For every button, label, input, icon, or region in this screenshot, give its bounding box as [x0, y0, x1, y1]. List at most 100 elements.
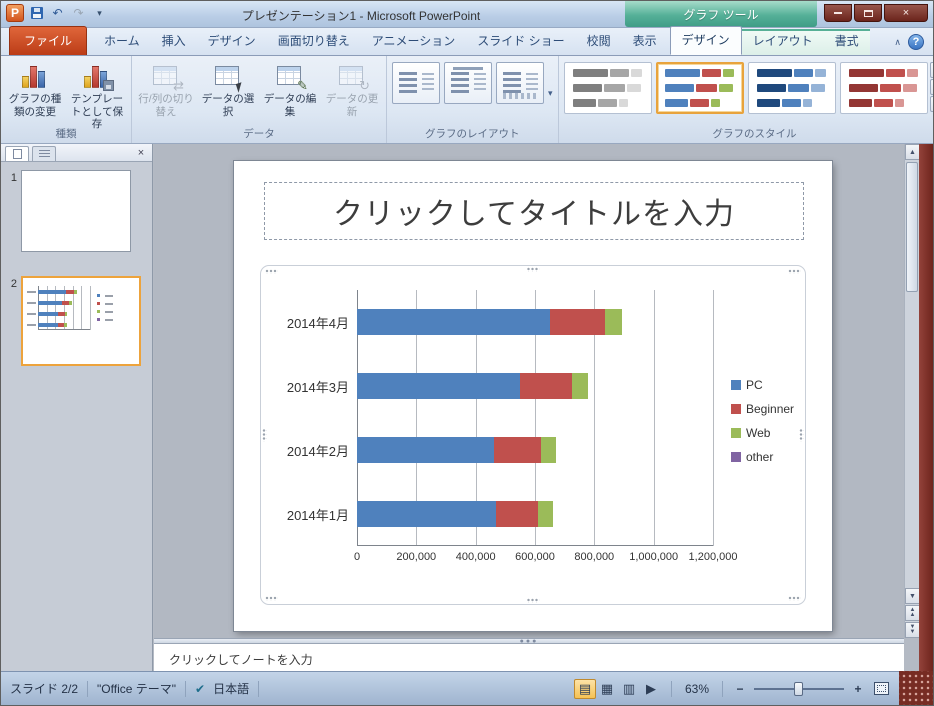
chart-style-option-3[interactable]: [747, 62, 836, 114]
tab-chart-layout[interactable]: レイアウト: [742, 27, 824, 55]
edit-data-button[interactable]: ✎ データの編集: [259, 59, 321, 118]
chart-handle-bottom-left[interactable]: [265, 596, 278, 601]
help-icon[interactable]: ?: [908, 34, 924, 50]
slide-canvas[interactable]: クリックしてタイトルを入力 2014年4月 2014年3月 2014年2月 2014年…: [234, 161, 832, 631]
bar-segment-PC[interactable]: [357, 437, 494, 463]
select-data-button[interactable]: データの選択: [197, 59, 259, 118]
bar-segment-Web[interactable]: [541, 437, 556, 463]
chart-object-frame[interactable]: 2014年4月 2014年3月 2014年2月 2014年1月 0 200,000 400,…: [260, 265, 806, 605]
chart-handle-bottom-right[interactable]: [788, 596, 801, 601]
chart-layout-option-1[interactable]: [392, 62, 440, 104]
bar-segment-Beginner[interactable]: [520, 373, 573, 399]
next-slide-button[interactable]: ▼ ▼: [905, 622, 920, 638]
styles-more-icon[interactable]: ▾: [929, 96, 933, 112]
legend-item[interactable]: PC: [731, 378, 794, 392]
tab-chart-format[interactable]: 書式: [824, 27, 870, 55]
view-normal-button[interactable]: ▤: [573, 678, 596, 699]
scrollbar-thumb[interactable]: [906, 162, 918, 292]
maximize-button[interactable]: [854, 4, 882, 22]
bar-segment-Web[interactable]: [74, 289, 77, 294]
bar-segment-Web[interactable]: [604, 309, 623, 335]
zoom-in-icon[interactable]: +: [850, 682, 866, 696]
bar-segment-Beginner[interactable]: [549, 309, 605, 335]
tab-insert[interactable]: 挿入: [151, 27, 197, 55]
minimize-ribbon-icon[interactable]: ∧: [894, 37, 901, 48]
bar-segment-PC[interactable]: [38, 289, 67, 294]
save-as-template-button[interactable]: テンプレートとして保存: [66, 59, 128, 131]
chart-handle-right[interactable]: [799, 428, 804, 442]
legend-item[interactable]: other: [731, 450, 794, 464]
notes-pane[interactable]: クリックしてノートを入力: [154, 644, 904, 673]
slide-2-item[interactable]: 2: [1, 276, 152, 366]
tab-design[interactable]: デザイン: [197, 27, 267, 55]
bar-segment-PC[interactable]: [38, 311, 58, 316]
chart-layouts-more-icon[interactable]: ▾: [548, 88, 553, 99]
chart-handle-top[interactable]: [526, 267, 540, 272]
language-indicator[interactable]: 日本語: [213, 680, 249, 697]
chart-style-option-2-selected[interactable]: [655, 62, 744, 114]
bar-segment-Beginner[interactable]: [61, 300, 70, 305]
bar-segment-Beginner[interactable]: [66, 289, 75, 294]
legend-item[interactable]: [97, 318, 113, 321]
tab-chart-design[interactable]: デザイン: [669, 26, 742, 55]
tab-file[interactable]: ファイル: [9, 26, 88, 55]
zoom-level[interactable]: 63%: [685, 682, 709, 696]
fit-to-window-icon[interactable]: [874, 682, 889, 695]
bar-segment-Beginner[interactable]: [57, 311, 65, 316]
tab-transitions[interactable]: 画面切り替え: [267, 27, 361, 55]
bar-segment-PC[interactable]: [357, 373, 521, 399]
legend-item[interactable]: [97, 310, 113, 313]
bar-segment-PC[interactable]: [38, 322, 59, 327]
zoom-out-icon[interactable]: −: [732, 682, 748, 696]
chart-handle-left[interactable]: [262, 428, 267, 442]
zoom-slider-thumb[interactable]: [794, 681, 803, 696]
bar-segment-Beginner[interactable]: [496, 501, 538, 527]
tab-view[interactable]: 表示: [622, 27, 668, 55]
tab-slides-thumbnails[interactable]: [5, 146, 29, 161]
bar-segment-Web[interactable]: [537, 501, 553, 527]
scroll-down-icon[interactable]: ▼: [905, 588, 920, 604]
chart-style-option-1[interactable]: [563, 62, 652, 114]
tab-animations[interactable]: アニメーション: [361, 27, 467, 55]
chart-handle-bottom[interactable]: [526, 598, 540, 603]
powerpoint-app-icon[interactable]: P: [6, 4, 24, 22]
chart-plot-container[interactable]: 2014年4月 2014年3月 2014年2月 2014年1月 0 200,000 400,…: [269, 274, 797, 596]
styles-scroll-down-icon[interactable]: ▼: [929, 79, 933, 95]
slide-1-thumbnail[interactable]: [21, 170, 131, 252]
minimize-button[interactable]: [824, 4, 852, 22]
bar-segment-PC[interactable]: [38, 300, 62, 305]
undo-icon[interactable]: ↶: [49, 5, 66, 22]
resize-grip[interactable]: [899, 671, 933, 705]
legend-item[interactable]: Beginner: [731, 402, 794, 416]
vertical-scrollbar[interactable]: ▲ ▼ ▲ ▲ ▼ ▼: [904, 144, 920, 638]
bar-segment-Web[interactable]: [572, 373, 589, 399]
close-button[interactable]: ×: [884, 4, 928, 22]
chart-layout-option-3[interactable]: [496, 62, 544, 104]
titlebar[interactable]: P ↶ ↷ ▾ プレゼンテーション1 - Microsoft PowerPoin…: [1, 1, 933, 28]
previous-slide-button[interactable]: ▲ ▲: [905, 605, 920, 621]
bar-segment-Web[interactable]: [64, 322, 67, 327]
legend-item[interactable]: [97, 294, 113, 297]
bar-segment-Web[interactable]: [69, 300, 72, 305]
zoom-slider[interactable]: [754, 681, 844, 696]
tab-outline[interactable]: [32, 146, 56, 161]
legend-item[interactable]: Web: [731, 426, 794, 440]
slide-2-thumbnail[interactable]: [21, 276, 141, 366]
chart-layout-option-2[interactable]: [444, 62, 492, 104]
legend-item[interactable]: [97, 302, 113, 305]
bar-segment-PC[interactable]: [357, 501, 497, 527]
styles-scroll-up-icon[interactable]: ▲: [929, 62, 933, 78]
title-placeholder[interactable]: クリックしてタイトルを入力: [264, 182, 804, 240]
save-icon[interactable]: [28, 5, 45, 22]
notes-placeholder[interactable]: クリックしてノートを入力: [154, 644, 904, 668]
change-chart-type-button[interactable]: グラフの種類の変更: [4, 59, 66, 118]
view-slideshow-button[interactable]: ▶: [640, 679, 662, 699]
bar-segment-Beginner[interactable]: [493, 437, 541, 463]
stacked-bar-chart[interactable]: 2014年4月 2014年3月 2014年2月 2014年1月 0 200,000 400,…: [269, 274, 797, 596]
scroll-up-icon[interactable]: ▲: [905, 144, 920, 160]
chart-style-option-4[interactable]: [839, 62, 928, 114]
view-slide-sorter-button[interactable]: ▦: [596, 679, 618, 699]
bar-segment-Web[interactable]: [64, 311, 67, 316]
bar-segment-PC[interactable]: [357, 309, 550, 335]
tab-home[interactable]: ホーム: [93, 27, 151, 55]
